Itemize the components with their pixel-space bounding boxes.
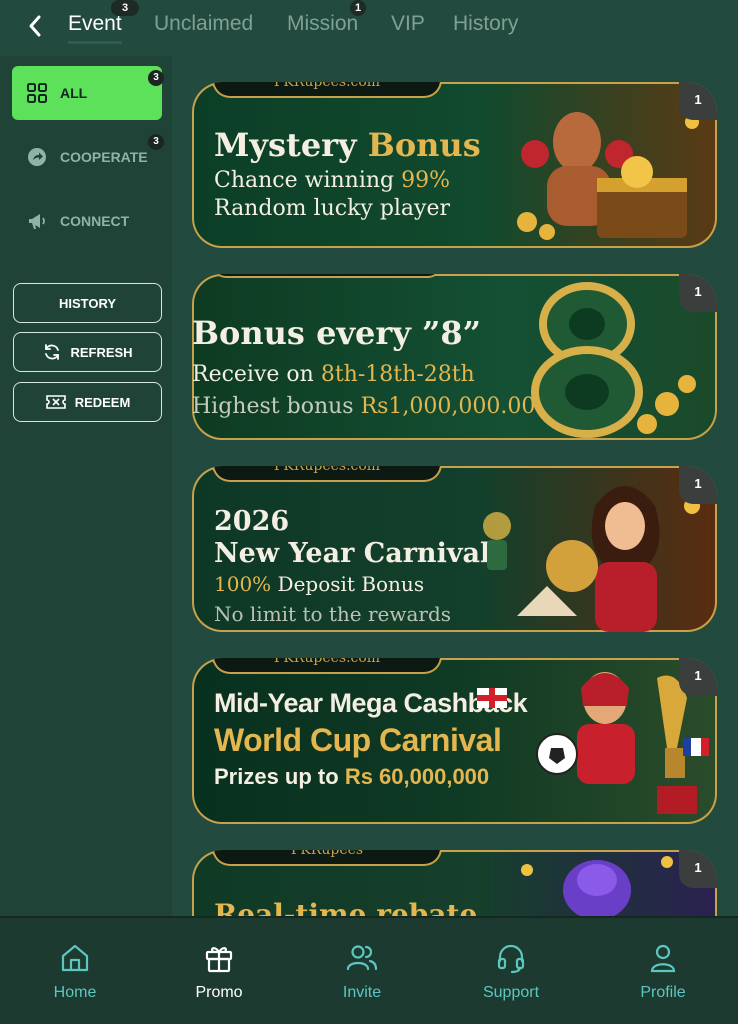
category-sidebar: ALL 3 COOPERATE 3 CONNECT HISTORY REFRES… bbox=[0, 56, 172, 916]
banner-title: New Year Carnival bbox=[214, 538, 491, 569]
category-connect[interactable]: CONNECT bbox=[12, 194, 162, 248]
banner-title: Mystery bbox=[214, 126, 357, 164]
chevron-left-icon bbox=[29, 15, 41, 37]
promo-count-badge: 1 bbox=[679, 658, 717, 696]
promo-count-badge: 1 bbox=[679, 274, 717, 312]
history-button[interactable]: HISTORY bbox=[13, 283, 162, 323]
nav-profile[interactable]: Profile bbox=[613, 942, 713, 1012]
top-tab-bar: Event 3 Unclaimed Mission 1 VIP History bbox=[0, 0, 738, 56]
headset-icon bbox=[497, 944, 525, 974]
button-label: HISTORY bbox=[58, 295, 117, 311]
promo-count-badge: 1 bbox=[679, 466, 717, 504]
tab-history[interactable]: History bbox=[453, 12, 518, 36]
category-all[interactable]: ALL 3 bbox=[12, 66, 164, 120]
promo-banner-new-year-carnival[interactable]: PKRupees.com 2026 New Year Carnival 100%… bbox=[192, 466, 717, 632]
banner-text: Highest bonus bbox=[192, 394, 354, 419]
tab-active-indicator bbox=[68, 41, 122, 44]
promo-count-badge: 1 bbox=[679, 82, 717, 120]
banner-title: Real-time rebate bbox=[214, 898, 478, 916]
tab-badge: 1 bbox=[350, 0, 366, 16]
nav-label: Support bbox=[482, 984, 540, 1001]
redeem-button[interactable]: REDEEM bbox=[13, 382, 162, 422]
promo-banner-real-time-rebate[interactable]: PKRupees Real-time rebate 1 bbox=[192, 850, 717, 916]
category-label: COOPERATE bbox=[60, 149, 148, 165]
category-label: ALL bbox=[60, 85, 88, 101]
banner-text: Random lucky player bbox=[214, 196, 451, 221]
banner-text: Receive on bbox=[192, 362, 314, 387]
button-label: REDEEM bbox=[74, 394, 131, 410]
megaphone-icon bbox=[26, 210, 48, 232]
category-label: CONNECT bbox=[60, 213, 130, 229]
banner-title: Bonus every ”8” bbox=[192, 314, 482, 352]
brand-logo: PKRupees.com bbox=[212, 658, 442, 674]
nav-label: Promo bbox=[195, 984, 243, 1001]
banner-text: No limit to the rewards bbox=[214, 602, 452, 626]
tab-label: VIP bbox=[391, 12, 425, 35]
promo-count-badge: 1 bbox=[679, 850, 717, 888]
tab-label: History bbox=[453, 12, 519, 35]
category-badge: 3 bbox=[148, 134, 164, 150]
tab-mission[interactable]: Mission 1 bbox=[287, 0, 366, 36]
profile-icon bbox=[650, 944, 676, 973]
gift-icon bbox=[205, 947, 233, 973]
banner-text-highlight: 100% bbox=[214, 572, 272, 596]
tab-label: Unclaimed bbox=[154, 12, 254, 35]
banner-text: Prizes up to bbox=[214, 764, 339, 789]
banner-year: 2026 bbox=[214, 506, 290, 537]
refresh-button[interactable]: REFRESH bbox=[13, 332, 162, 372]
ticket-icon bbox=[45, 395, 66, 409]
tab-label: Mission bbox=[287, 12, 359, 35]
banner-text: Chance winning bbox=[214, 168, 395, 193]
nav-label: Home bbox=[53, 984, 97, 1001]
banner-text-highlight: Rs1,000,000.00 bbox=[360, 394, 536, 419]
promo-banner-mystery-bonus[interactable]: PKRupees.com Mystery Bonus Chance winnin… bbox=[192, 82, 717, 248]
back-button[interactable] bbox=[20, 10, 50, 42]
brand-logo: PKRupees.com bbox=[212, 82, 442, 98]
banner-title-highlight: World Cup Carnival bbox=[214, 722, 502, 758]
banner-text-highlight: 8th-18th-28th bbox=[320, 362, 475, 387]
brand-logo: PKRupees bbox=[212, 850, 442, 866]
button-label: REFRESH bbox=[70, 344, 133, 360]
genie-illustration bbox=[521, 856, 673, 916]
home-icon bbox=[61, 944, 89, 972]
banner-title-highlight: Bonus bbox=[367, 126, 481, 164]
tab-label: Event bbox=[68, 12, 122, 35]
promo-list: PKRupees.com Mystery Bonus Chance winnin… bbox=[172, 56, 738, 916]
nav-home[interactable]: Home bbox=[25, 942, 125, 1012]
nav-invite[interactable]: Invite bbox=[312, 942, 412, 1012]
nav-support[interactable]: Support bbox=[461, 942, 561, 1012]
users-icon bbox=[346, 945, 378, 971]
tab-unclaimed[interactable]: Unclaimed bbox=[154, 12, 253, 36]
promo-banner-bonus-every-8[interactable]: Bonus every ”8” Receive on 8th-18th-28th… bbox=[192, 274, 717, 440]
grid-icon bbox=[26, 82, 48, 104]
nav-label: Invite bbox=[342, 984, 382, 1001]
nav-label: Profile bbox=[640, 984, 686, 1001]
banner-text-highlight: Rs 60,000,000 bbox=[344, 764, 490, 789]
nav-promo[interactable]: Promo bbox=[169, 942, 269, 1012]
tab-event[interactable]: Event 3 bbox=[68, 0, 139, 44]
brand-logo: PKRupees.com bbox=[212, 466, 442, 482]
promo-banner-world-cup-carnival[interactable]: PKRupees.com Mid-Year Mega Cashback Worl… bbox=[192, 658, 717, 824]
category-badge: 3 bbox=[148, 70, 164, 86]
refresh-icon bbox=[45, 344, 60, 360]
banner-text-highlight: 99% bbox=[401, 168, 451, 193]
share-icon bbox=[26, 146, 48, 168]
tab-vip[interactable]: VIP bbox=[391, 12, 425, 36]
banner-text: Deposit Bonus bbox=[277, 572, 425, 596]
tab-badge: 3 bbox=[111, 0, 139, 16]
bottom-navigation: Home Promo Invite Support Profile bbox=[0, 916, 738, 1024]
category-cooperate[interactable]: COOPERATE 3 bbox=[12, 130, 164, 184]
brand-logo-edge bbox=[212, 274, 442, 278]
